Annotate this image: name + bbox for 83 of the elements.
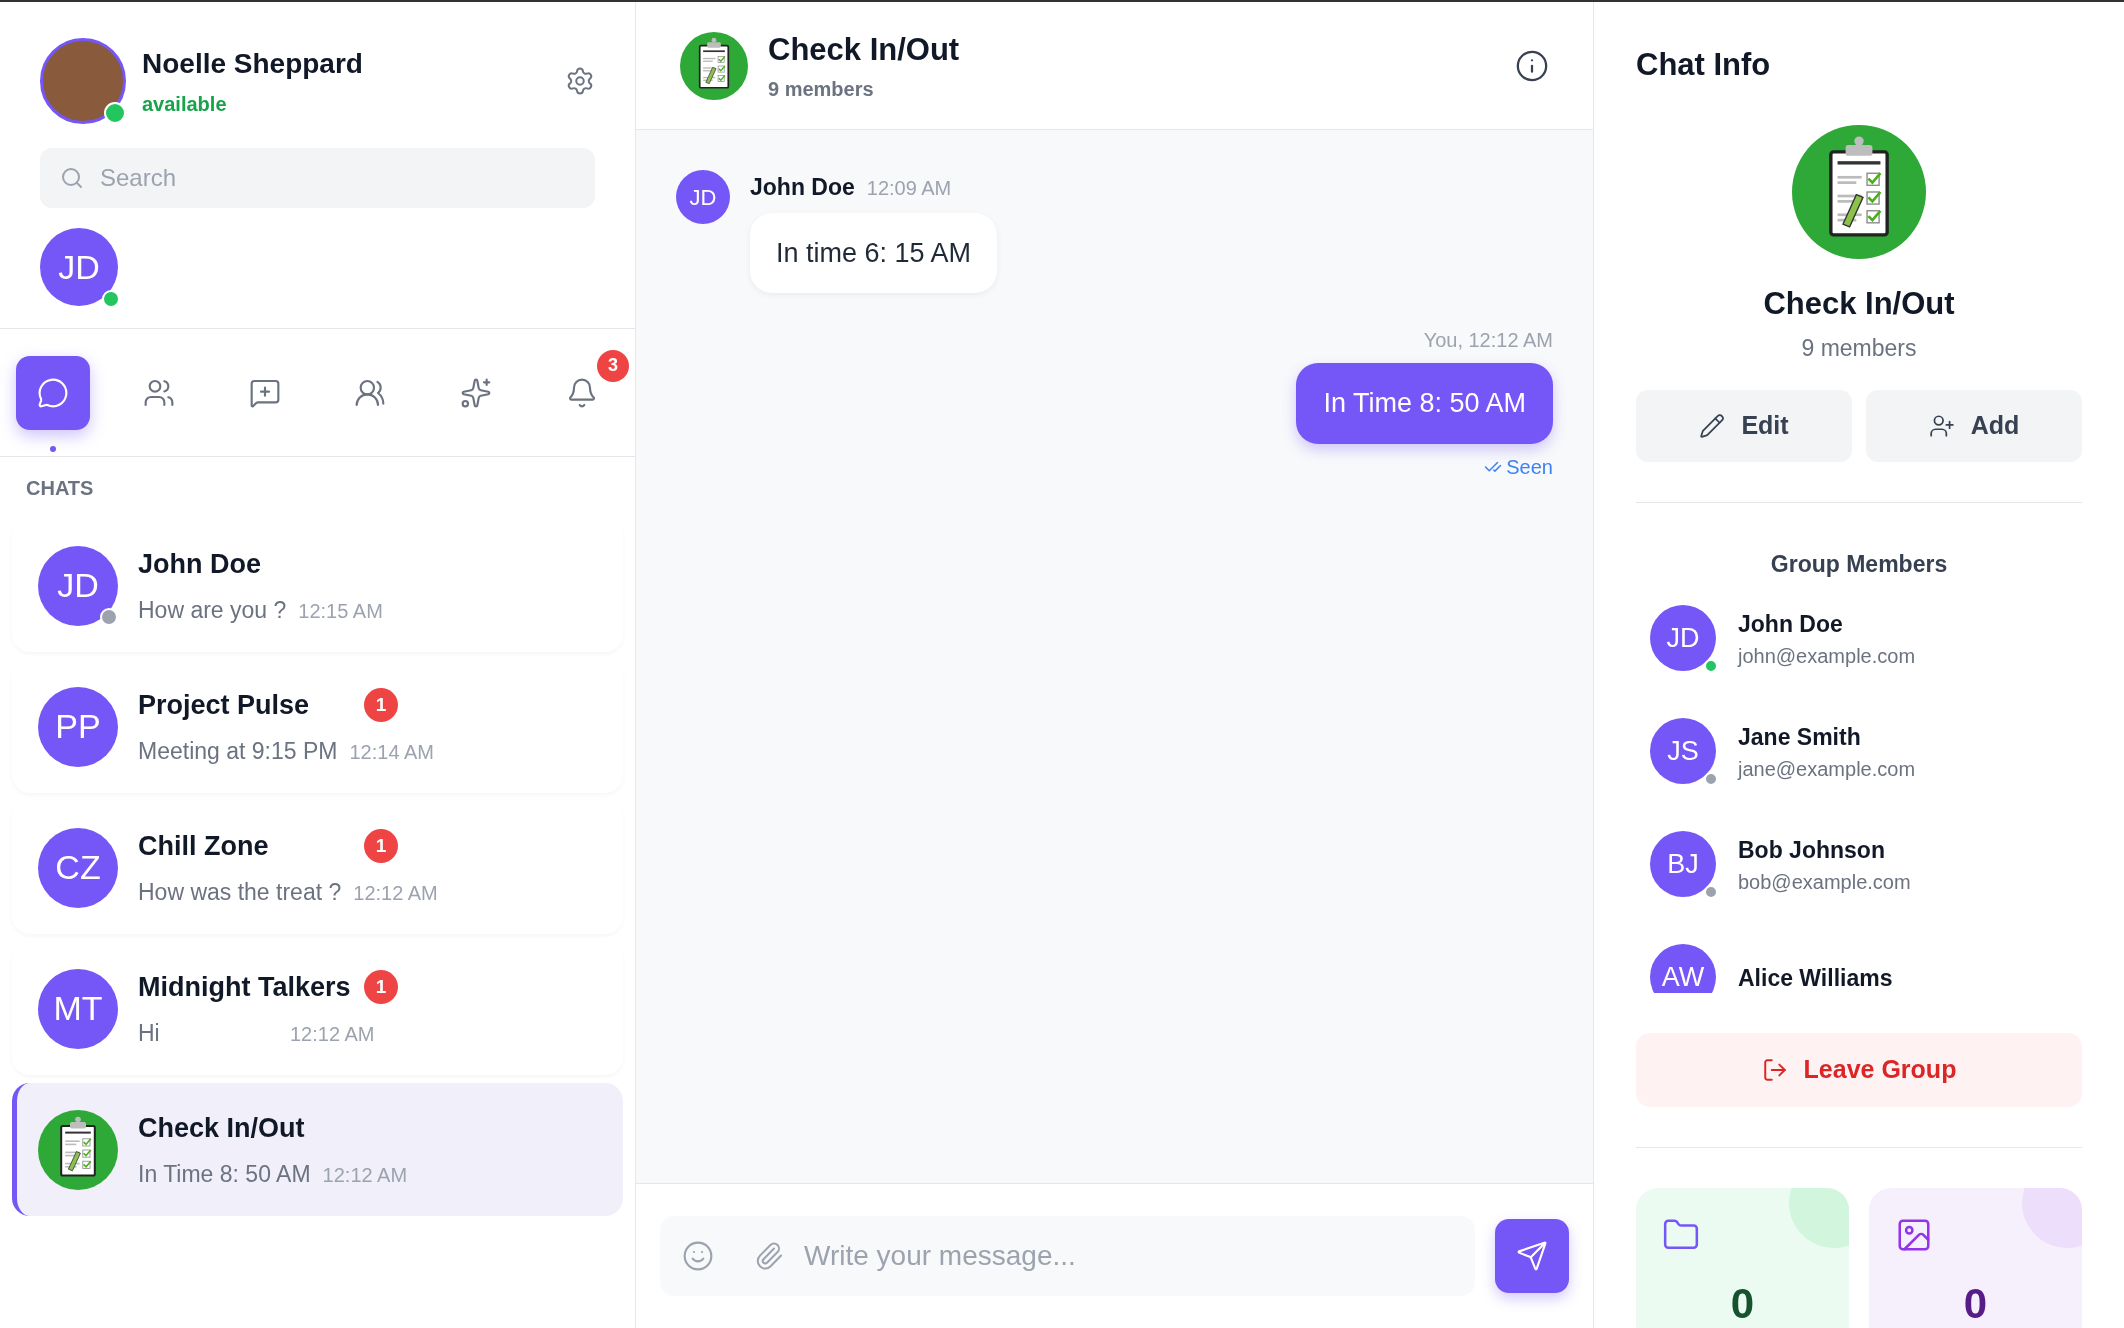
send-button[interactable] <box>1495 1219 1569 1293</box>
search-field[interactable]: Search <box>40 148 595 208</box>
chat-name: Project Pulse <box>138 689 310 722</box>
chat-name: Chill Zone <box>138 830 269 863</box>
message-time: 12:12 AM <box>290 1021 375 1047</box>
message-preview: In Time 8: 50 AM <box>138 1159 311 1189</box>
member-email: john@example.com <box>1738 644 1916 670</box>
chat-name: Check In/Out <box>138 1112 305 1145</box>
message-preview: How was the treat ? <box>138 877 342 907</box>
paperclip-icon[interactable] <box>754 1241 784 1271</box>
chat-list-item[interactable]: CZ Chill Zone 1 How was the treat ? 12:12 AM <box>12 801 623 934</box>
member-name: Alice Williams <box>1738 963 1893 993</box>
message-meta: You, 12:12 AM <box>1423 328 1553 353</box>
initials-avatar: AW <box>1650 944 1716 993</box>
image-icon <box>1895 1216 1933 1254</box>
message-bubble: In Time 8: 50 AM <box>1296 363 1553 444</box>
search-input[interactable]: Search <box>100 160 575 196</box>
leave-group-button[interactable]: Leave Group <box>1636 1033 2082 1107</box>
chat-bubble-icon <box>37 376 69 409</box>
smiley-icon[interactable] <box>682 1240 714 1272</box>
edit-button[interactable]: Edit <box>1636 389 1852 462</box>
add-button[interactable]: Add <box>1866 389 2082 462</box>
stat-count: 0 <box>1729 1279 1756 1328</box>
unread-badge: 1 <box>364 829 398 864</box>
panel-title: Chat Info <box>1636 46 1772 84</box>
sender-name: John Doe <box>750 173 855 202</box>
member-name: Bob Johnson <box>1738 835 1886 865</box>
section-heading: CHATS <box>25 476 95 501</box>
initials-avatar: JD <box>676 170 730 224</box>
member-email: bob@example.com <box>1738 870 1911 896</box>
message-input[interactable]: Write your message... <box>804 1235 1453 1277</box>
message-time: 12:14 AM <box>349 739 434 765</box>
message-preview: Meeting at 9:15 PM <box>138 736 338 766</box>
initials-avatar: JD <box>38 545 118 626</box>
nav-tab[interactable] <box>16 355 90 430</box>
chat-list-item[interactable]: JD John Doe How are you ? 12:15 AM <box>12 519 623 652</box>
settings-icon[interactable] <box>565 66 595 96</box>
message-preview: How are you ? <box>138 595 287 625</box>
chat-list-item[interactable]: PP Project Pulse 1 Meeting at 9:15 PM 12:14 AM <box>12 660 623 793</box>
message-bubble: In time 6: 15 AM <box>750 212 998 293</box>
unread-badge: 1 <box>364 970 398 1005</box>
initials-avatar: BJ <box>1650 831 1716 897</box>
search-icon <box>60 166 84 190</box>
user-name: Noelle Sheppard <box>142 47 364 81</box>
initials-avatar: CZ <box>38 827 118 908</box>
initials-avatar: PP <box>38 686 118 767</box>
notification-badge: 3 <box>597 349 629 382</box>
clipboard-checklist-icon <box>38 1109 118 1190</box>
message-field[interactable]: Write your message... <box>660 1216 1475 1296</box>
info-icon[interactable] <box>1515 48 1549 83</box>
initials-avatar: JD <box>40 228 118 306</box>
chat-list-item[interactable]: MT Midnight Talkers 1 Hi 12:12 AM <box>12 942 623 1075</box>
clipboard-checklist-icon <box>1792 124 1926 259</box>
chat-subtitle: 9 members <box>768 76 875 102</box>
read-status: Seen <box>1506 454 1553 480</box>
unread-badge: 1 <box>364 688 398 723</box>
user-status: available <box>142 92 228 117</box>
message-preview: Hi <box>138 1018 161 1048</box>
message-time: 12:15 AM <box>298 598 383 624</box>
group-name: Check In/Out <box>1763 284 1955 323</box>
clipboard-checklist-icon <box>680 31 748 100</box>
send-icon <box>1516 1240 1548 1272</box>
add-person-icon <box>1928 412 1955 439</box>
stat-count: 0 <box>1962 1279 1989 1328</box>
chat-title: Check In/Out <box>768 31 961 70</box>
chat-name: Midnight Talkers <box>138 971 351 1004</box>
pencil-icon <box>1699 412 1726 439</box>
message-time: 12:12 AM <box>322 1162 408 1188</box>
initials-avatar: JD <box>1650 605 1716 671</box>
chat-name: John Doe <box>138 548 261 581</box>
section-heading: Group Members <box>1769 549 1949 579</box>
initials-avatar: MT <box>38 968 118 1049</box>
message-time: 12:12 AM <box>353 880 438 906</box>
member-email: jane@example.com <box>1738 757 1916 783</box>
member-count: 9 members <box>1801 334 1917 363</box>
member-name: Jane Smith <box>1738 722 1862 752</box>
member-name: John Doe <box>1738 609 1844 639</box>
chat-list-item[interactable]: Check In/Out In Time 8: 50 AM 12:12 AM <box>12 1083 623 1216</box>
bell-icon <box>566 376 598 409</box>
sparkle-icon <box>460 376 493 409</box>
exit-icon <box>1761 1057 1788 1083</box>
initials-avatar: JS <box>1650 718 1716 784</box>
message-time: 12:09 AM <box>866 176 952 201</box>
